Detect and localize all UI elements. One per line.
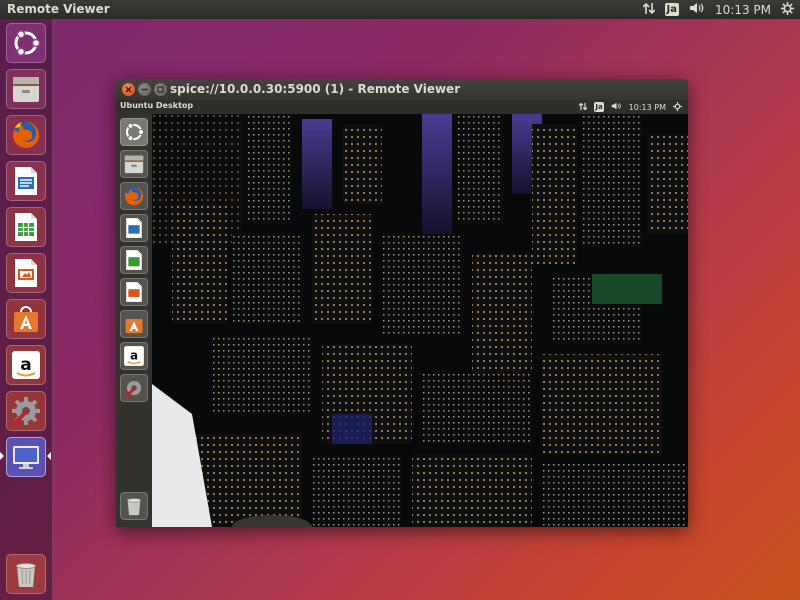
files-icon: [13, 77, 39, 102]
maximize-button[interactable]: [154, 83, 167, 96]
guest-writer-button[interactable]: [120, 214, 148, 242]
trash-icon: [16, 563, 36, 587]
window-title: spice://10.0.0.30:5900 (1) - Remote View…: [170, 82, 461, 96]
top-panel: Remote Viewer Ja 10:13 PM: [0, 0, 800, 19]
guest-impress-button[interactable]: [120, 278, 148, 306]
amazon-icon: a: [12, 351, 40, 379]
guest-keyboard-layout-indicator[interactable]: Ja: [594, 102, 604, 112]
launcher-settings-button[interactable]: [6, 391, 46, 431]
guest-trash-icon: [126, 498, 142, 516]
night-city-wallpaper-image: [152, 114, 688, 527]
guest-amazon-icon: a: [124, 346, 144, 366]
gear-icon[interactable]: [781, 1, 794, 18]
volume-icon[interactable]: [689, 2, 705, 17]
guest-trash-button[interactable]: [120, 492, 148, 520]
launcher-writer-button[interactable]: [6, 161, 46, 201]
guest-software-center-icon: [125, 319, 143, 334]
svg-text:a: a: [130, 349, 138, 363]
launcher-files-button[interactable]: [6, 69, 46, 109]
software-center-icon: [14, 306, 38, 332]
system-tray: Ja 10:13 PM: [641, 0, 794, 19]
clock[interactable]: 10:13 PM: [715, 3, 771, 17]
remote-viewer-icon: [13, 446, 39, 469]
launcher-dash-button[interactable]: [6, 23, 46, 63]
guest-files-button[interactable]: [120, 150, 148, 178]
guest-ubuntu-dash-icon: [125, 122, 145, 142]
firefox-icon: [13, 122, 39, 148]
libreoffice-impress-icon: [15, 259, 37, 287]
active-app-title: Remote Viewer: [7, 2, 110, 16]
active-indicator-right: [47, 452, 51, 460]
guest-dash-button[interactable]: [120, 118, 148, 146]
guest-libreoffice-writer-icon: [126, 218, 142, 238]
launcher-impress-button[interactable]: [6, 253, 46, 293]
guest-volume-icon[interactable]: [611, 102, 622, 112]
maximize-icon: [157, 86, 164, 93]
guest-amazon-button[interactable]: a: [120, 342, 148, 370]
launcher-trash-button[interactable]: [6, 554, 46, 594]
active-indicator-left: [0, 452, 4, 460]
libreoffice-writer-icon: [15, 167, 37, 195]
guest-libreoffice-calc-icon: [126, 250, 142, 270]
launcher-amazon-button[interactable]: a: [6, 345, 46, 385]
guest-launcher: a: [116, 114, 152, 527]
launcher-firefox-button[interactable]: [6, 115, 46, 155]
close-icon: [125, 86, 132, 93]
launcher-remote-viewer-button[interactable]: [6, 437, 46, 477]
guest-libreoffice-impress-icon: [126, 282, 142, 302]
window-titlebar[interactable]: spice://10.0.0.30:5900 (1) - Remote View…: [116, 79, 688, 100]
guest-calc-button[interactable]: [120, 246, 148, 274]
launcher: a: [0, 19, 53, 600]
guest-network-icon[interactable]: [578, 102, 588, 113]
guest-gear-icon[interactable]: [673, 101, 682, 113]
ubuntu-dash-icon: [14, 30, 41, 56]
minimize-icon: [141, 88, 148, 91]
remote-viewer-window: spice://10.0.0.30:5900 (1) - Remote View…: [116, 79, 688, 527]
guest-desktop-wallpaper: [152, 114, 688, 527]
guest-system-settings-icon: [124, 380, 142, 398]
close-button[interactable]: [122, 83, 135, 96]
minimize-button[interactable]: [138, 83, 151, 96]
guest-clock[interactable]: 10:13 PM: [629, 103, 666, 112]
guest-firefox-button[interactable]: [120, 182, 148, 210]
guest-settings-button[interactable]: [120, 374, 148, 402]
svg-text:a: a: [20, 355, 31, 375]
guest-panel-title: Ubuntu Desktop: [120, 101, 194, 110]
guest-files-icon: [124, 155, 144, 174]
system-settings-icon: [12, 397, 40, 425]
launcher-calc-button[interactable]: [6, 207, 46, 247]
keyboard-layout-indicator[interactable]: Ja: [664, 3, 679, 16]
guest-software-button[interactable]: [120, 310, 148, 338]
guest-top-panel: Ubuntu Desktop Ja 10:13 PM: [116, 100, 688, 114]
network-icon[interactable]: [641, 2, 656, 18]
launcher-software-button[interactable]: [6, 299, 46, 339]
guest-system-tray: Ja 10:13 PM: [578, 100, 682, 114]
guest-firefox-icon: [124, 186, 144, 206]
libreoffice-calc-icon: [15, 213, 37, 241]
